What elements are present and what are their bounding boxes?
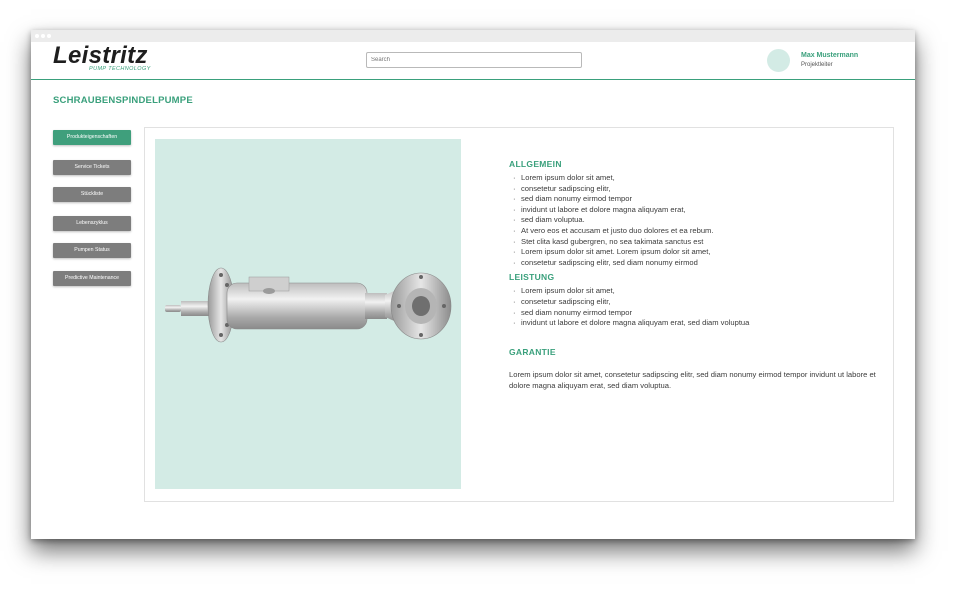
list-item: consetetur sadipscing elitr, xyxy=(513,184,879,195)
title-bar xyxy=(31,30,915,42)
window-close-dot[interactable] xyxy=(35,34,39,38)
list-item: sed diam nonumy eirmod tempor xyxy=(513,194,879,205)
list-item: At vero eos et accusam et justo duo dolo… xyxy=(513,226,879,237)
brand-tagline: PUMP TECHNOLOGY xyxy=(89,66,151,72)
list-item: consetetur sadipscing elitr, sed diam no… xyxy=(513,258,879,269)
header: Leistritz PUMP TECHNOLOGY Max Mustermann… xyxy=(31,42,915,80)
product-description: ALLGEMEIN Lorem ipsum dolor sit amet, co… xyxy=(509,159,879,392)
nav-button-produkteigenschaften[interactable]: Produkteigenschaften xyxy=(53,130,131,145)
list-item: Lorem ipsum dolor sit amet, xyxy=(513,173,879,184)
avatar[interactable] xyxy=(767,49,790,72)
product-image-area xyxy=(155,139,461,489)
page-title: SCHRAUBENSPINDELPUMPE xyxy=(53,95,193,106)
user-name: Max Mustermann xyxy=(801,52,859,59)
allgemein-list: Lorem ipsum dolor sit amet, consetetur s… xyxy=(509,173,879,268)
garantie-text: Lorem ipsum dolor sit amet, consetetur s… xyxy=(509,369,876,391)
section-title-leistung: LEISTUNG xyxy=(509,272,555,283)
nav-button-pumpen-status[interactable]: Pumpen Status xyxy=(53,243,131,258)
search-input[interactable] xyxy=(366,52,582,68)
nav-button-service-tickets[interactable]: Service Tickets xyxy=(53,160,131,175)
brand-logo[interactable]: Leistritz xyxy=(53,44,148,68)
list-item: Lorem ipsum dolor sit amet, xyxy=(513,286,879,297)
list-item: Lorem ipsum dolor sit amet. Lorem ipsum … xyxy=(513,247,879,258)
list-item: consetetur sadipscing elitr, xyxy=(513,297,879,308)
window-maximize-dot[interactable] xyxy=(47,34,51,38)
list-item: sed diam nonumy eirmod tempor xyxy=(513,308,879,319)
screw-spindle-pump-image xyxy=(165,267,452,343)
list-item: sed diam voluptua. xyxy=(513,215,879,226)
list-item: invidunt ut labore et dolore magna aliqu… xyxy=(513,205,879,216)
user-role: Projektleiter xyxy=(801,62,833,68)
window-minimize-dot[interactable] xyxy=(41,34,45,38)
list-item: Stet clita kasd gubergren, no sea takima… xyxy=(513,237,879,248)
product-panel: ALLGEMEIN Lorem ipsum dolor sit amet, co… xyxy=(144,127,894,502)
section-title-allgemein: ALLGEMEIN xyxy=(509,159,562,169)
nav-button-stueckliste[interactable]: Stückliste xyxy=(53,187,131,202)
app-window: Leistritz PUMP TECHNOLOGY Max Mustermann… xyxy=(31,30,915,539)
list-item: invidunt ut labore et dolore magna aliqu… xyxy=(513,318,879,329)
leistung-list: Lorem ipsum dolor sit amet, consetetur s… xyxy=(509,286,879,328)
nav-button-predictive-maintenance[interactable]: Predictive Maintenance xyxy=(53,271,131,286)
section-title-garantie: GARANTIE xyxy=(509,346,556,357)
nav-button-lebenszyklus[interactable]: Lebenszyklus xyxy=(53,216,131,231)
